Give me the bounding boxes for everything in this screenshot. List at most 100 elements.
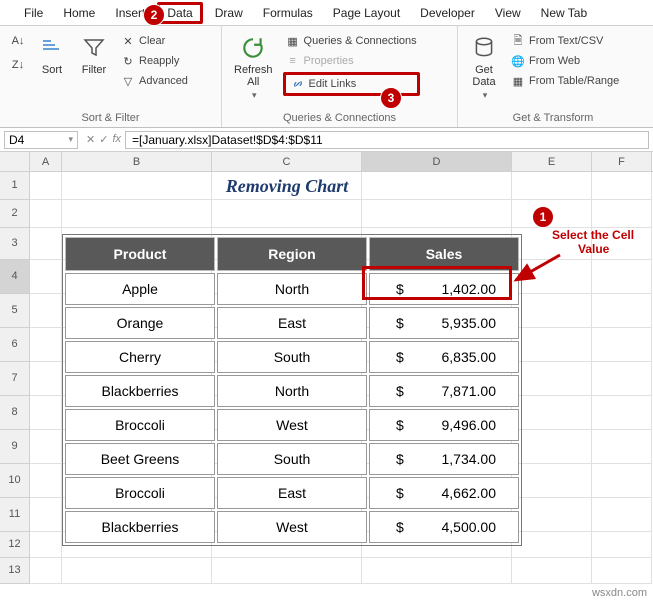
cell-product[interactable]: Broccoli: [65, 409, 215, 441]
cell[interactable]: [30, 362, 62, 396]
name-box[interactable]: D4 ▾: [4, 131, 78, 149]
get-data-button[interactable]: Get Data: [466, 32, 502, 103]
cell-product[interactable]: Apple: [65, 273, 215, 305]
cell[interactable]: [592, 294, 652, 328]
cell[interactable]: [212, 558, 362, 584]
cell[interactable]: [30, 532, 62, 558]
filter-button[interactable]: Filter: [76, 32, 112, 78]
row-header-3[interactable]: 3: [0, 228, 30, 260]
edit-links-button[interactable]: Edit Links: [288, 75, 360, 93]
cell[interactable]: [30, 328, 62, 362]
cell-product[interactable]: Beet Greens: [65, 443, 215, 475]
col-header-D[interactable]: D: [362, 152, 512, 171]
cell[interactable]: [512, 328, 592, 362]
cell[interactable]: [512, 396, 592, 430]
cell[interactable]: [512, 498, 592, 532]
cell[interactable]: [512, 362, 592, 396]
cell[interactable]: [362, 200, 512, 228]
cell-region[interactable]: West: [217, 409, 367, 441]
fx-icon[interactable]: fx: [112, 133, 121, 146]
menu-page-layout[interactable]: Page Layout: [323, 2, 410, 24]
cell[interactable]: [592, 396, 652, 430]
cell[interactable]: [30, 464, 62, 498]
cell-region[interactable]: South: [217, 341, 367, 373]
cell[interactable]: [30, 228, 62, 260]
menu-new-tab[interactable]: New Tab: [531, 2, 597, 24]
cell[interactable]: [512, 532, 592, 558]
sort-asc-button[interactable]: A↓: [8, 32, 28, 50]
cell[interactable]: [592, 464, 652, 498]
row-header-8[interactable]: 8: [0, 396, 30, 430]
row-header-13[interactable]: 13: [0, 558, 30, 584]
cell-sales[interactable]: $6,835.00: [369, 341, 519, 373]
cell-product[interactable]: Blackberries: [65, 511, 215, 543]
sort-desc-button[interactable]: Z↓: [8, 56, 28, 74]
col-header-C[interactable]: C: [212, 152, 362, 171]
refresh-all-button[interactable]: Refresh All: [230, 32, 277, 103]
cancel-formula-icon[interactable]: ✕: [86, 133, 95, 146]
cell-product[interactable]: Cherry: [65, 341, 215, 373]
cell-region[interactable]: South: [217, 443, 367, 475]
cell-region[interactable]: West: [217, 511, 367, 543]
cell[interactable]: [592, 172, 652, 200]
col-header-E[interactable]: E: [512, 152, 592, 171]
row-header-1[interactable]: 1: [0, 172, 30, 200]
cell-product[interactable]: Orange: [65, 307, 215, 339]
cell-sales[interactable]: $4,500.00: [369, 511, 519, 543]
cell[interactable]: [512, 464, 592, 498]
menu-draw[interactable]: Draw: [205, 2, 253, 24]
cell-region[interactable]: East: [217, 477, 367, 509]
confirm-formula-icon[interactable]: ✓: [99, 133, 108, 146]
cell[interactable]: [592, 558, 652, 584]
menu-data[interactable]: Data: [167, 6, 192, 20]
advanced-button[interactable]: ▽Advanced: [118, 72, 191, 90]
col-header-F[interactable]: F: [592, 152, 652, 171]
cell-region[interactable]: East: [217, 307, 367, 339]
cell-region[interactable]: North: [217, 375, 367, 407]
cell-sales[interactable]: $9,496.00: [369, 409, 519, 441]
cell[interactable]: [62, 558, 212, 584]
menu-file[interactable]: File: [14, 2, 53, 24]
cell[interactable]: [592, 430, 652, 464]
cell[interactable]: [30, 294, 62, 328]
cell[interactable]: [512, 430, 592, 464]
properties-button[interactable]: ≡Properties: [283, 52, 420, 70]
from-web-button[interactable]: 🌐From Web: [508, 52, 622, 70]
menu-home[interactable]: Home: [53, 2, 105, 24]
cell-region[interactable]: North: [217, 273, 367, 305]
cell[interactable]: [212, 200, 362, 228]
cell[interactable]: [512, 294, 592, 328]
cell-sales[interactable]: $1,402.00: [369, 273, 519, 305]
cell-sales[interactable]: $7,871.00: [369, 375, 519, 407]
cell[interactable]: [592, 200, 652, 228]
cell[interactable]: [512, 558, 592, 584]
queries-connections-button[interactable]: ▦Queries & Connections: [283, 32, 420, 50]
cell[interactable]: [62, 200, 212, 228]
from-table-button[interactable]: ▦From Table/Range: [508, 72, 622, 90]
row-header-11[interactable]: 11: [0, 498, 30, 532]
formula-input[interactable]: [125, 131, 649, 149]
cell-product[interactable]: Broccoli: [65, 477, 215, 509]
cell[interactable]: [362, 558, 512, 584]
cell-sales[interactable]: $4,662.00: [369, 477, 519, 509]
menu-formulas[interactable]: Formulas: [253, 2, 323, 24]
cell[interactable]: [592, 532, 652, 558]
row-header-7[interactable]: 7: [0, 362, 30, 396]
cell[interactable]: [592, 362, 652, 396]
row-header-10[interactable]: 10: [0, 464, 30, 498]
cell[interactable]: [30, 172, 62, 200]
cell[interactable]: [592, 498, 652, 532]
worksheet-grid[interactable]: A B C D E F 12345678910111213 Removing C…: [0, 152, 653, 584]
sort-button[interactable]: Sort: [34, 32, 70, 78]
clear-button[interactable]: ✕Clear: [118, 32, 191, 50]
cell[interactable]: [30, 200, 62, 228]
cell[interactable]: [30, 498, 62, 532]
cell-sales[interactable]: $1,734.00: [369, 443, 519, 475]
cell[interactable]: [30, 430, 62, 464]
cell[interactable]: [30, 396, 62, 430]
select-all-corner[interactable]: [0, 152, 30, 171]
cell[interactable]: [592, 328, 652, 362]
cell[interactable]: [30, 558, 62, 584]
row-header-5[interactable]: 5: [0, 294, 30, 328]
menu-developer[interactable]: Developer: [410, 2, 485, 24]
